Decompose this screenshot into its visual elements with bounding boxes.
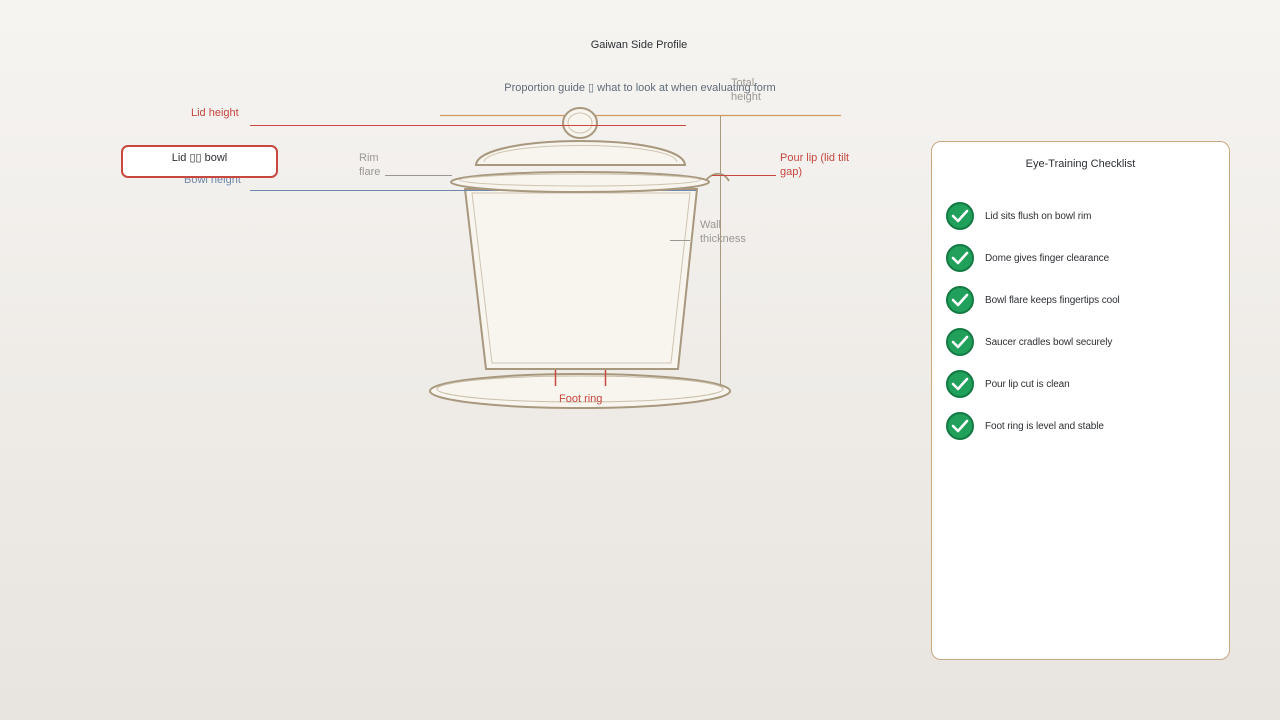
foot-ring-label: Foot ring [559, 393, 603, 405]
pour-lip-label: Pour lip (lid tilt gap) [780, 152, 850, 178]
lid-knob [562, 107, 598, 139]
checklist-item-label: Pour lip cut is clean [985, 378, 1070, 390]
checkmark-icon [946, 202, 974, 230]
checklist-item[interactable]: Bowl flare keeps fingertips cool [946, 285, 1120, 315]
lid-bowl-tooltip-text: Lid ▯▯ bowl [171, 152, 228, 164]
checkmark-icon [946, 244, 974, 272]
lid-height-label: Lid height [191, 107, 239, 119]
checklist-panel: Eye-Training Checklist Lid sits flush on… [931, 141, 1230, 660]
pour-lip [705, 172, 730, 182]
checkmark-icon [946, 286, 974, 314]
rim-flare-label: Rim flare [359, 152, 381, 178]
checklist-item-label: Lid sits flush on bowl rim [985, 210, 1092, 222]
checklist-item-label: Foot ring is level and stable [985, 420, 1104, 432]
checklist-item[interactable]: Saucer cradles bowl securely [946, 327, 1112, 357]
total-height-label: Total height [731, 77, 761, 103]
gaiwan-diagram [250, 107, 841, 409]
checklist-item[interactable]: Dome gives finger clearance [946, 243, 1109, 273]
checkmark-icon [946, 412, 974, 440]
lid-bowl-tooltip: Lid ▯▯ bowl [121, 145, 278, 178]
checkmark-icon [946, 370, 974, 398]
checklist-item-label: Bowl flare keeps fingertips cool [985, 294, 1120, 306]
lid-dome [474, 140, 687, 166]
bowl-rim [450, 171, 710, 193]
checklist-item[interactable]: Lid sits flush on bowl rim [946, 201, 1091, 231]
wall-thickness-label: Wall thickness [700, 219, 746, 245]
bowl [463, 188, 699, 370]
checklist-item[interactable]: Pour lip cut is clean [946, 369, 1070, 399]
checklist-item-label: Dome gives finger clearance [985, 252, 1110, 264]
checkmark-icon [946, 328, 974, 356]
checklist-title: Eye-Training Checklist [1025, 158, 1136, 170]
checklist-item[interactable]: Foot ring is level and stable [946, 411, 1104, 441]
checklist-item-label: Saucer cradles bowl securely [985, 336, 1113, 348]
